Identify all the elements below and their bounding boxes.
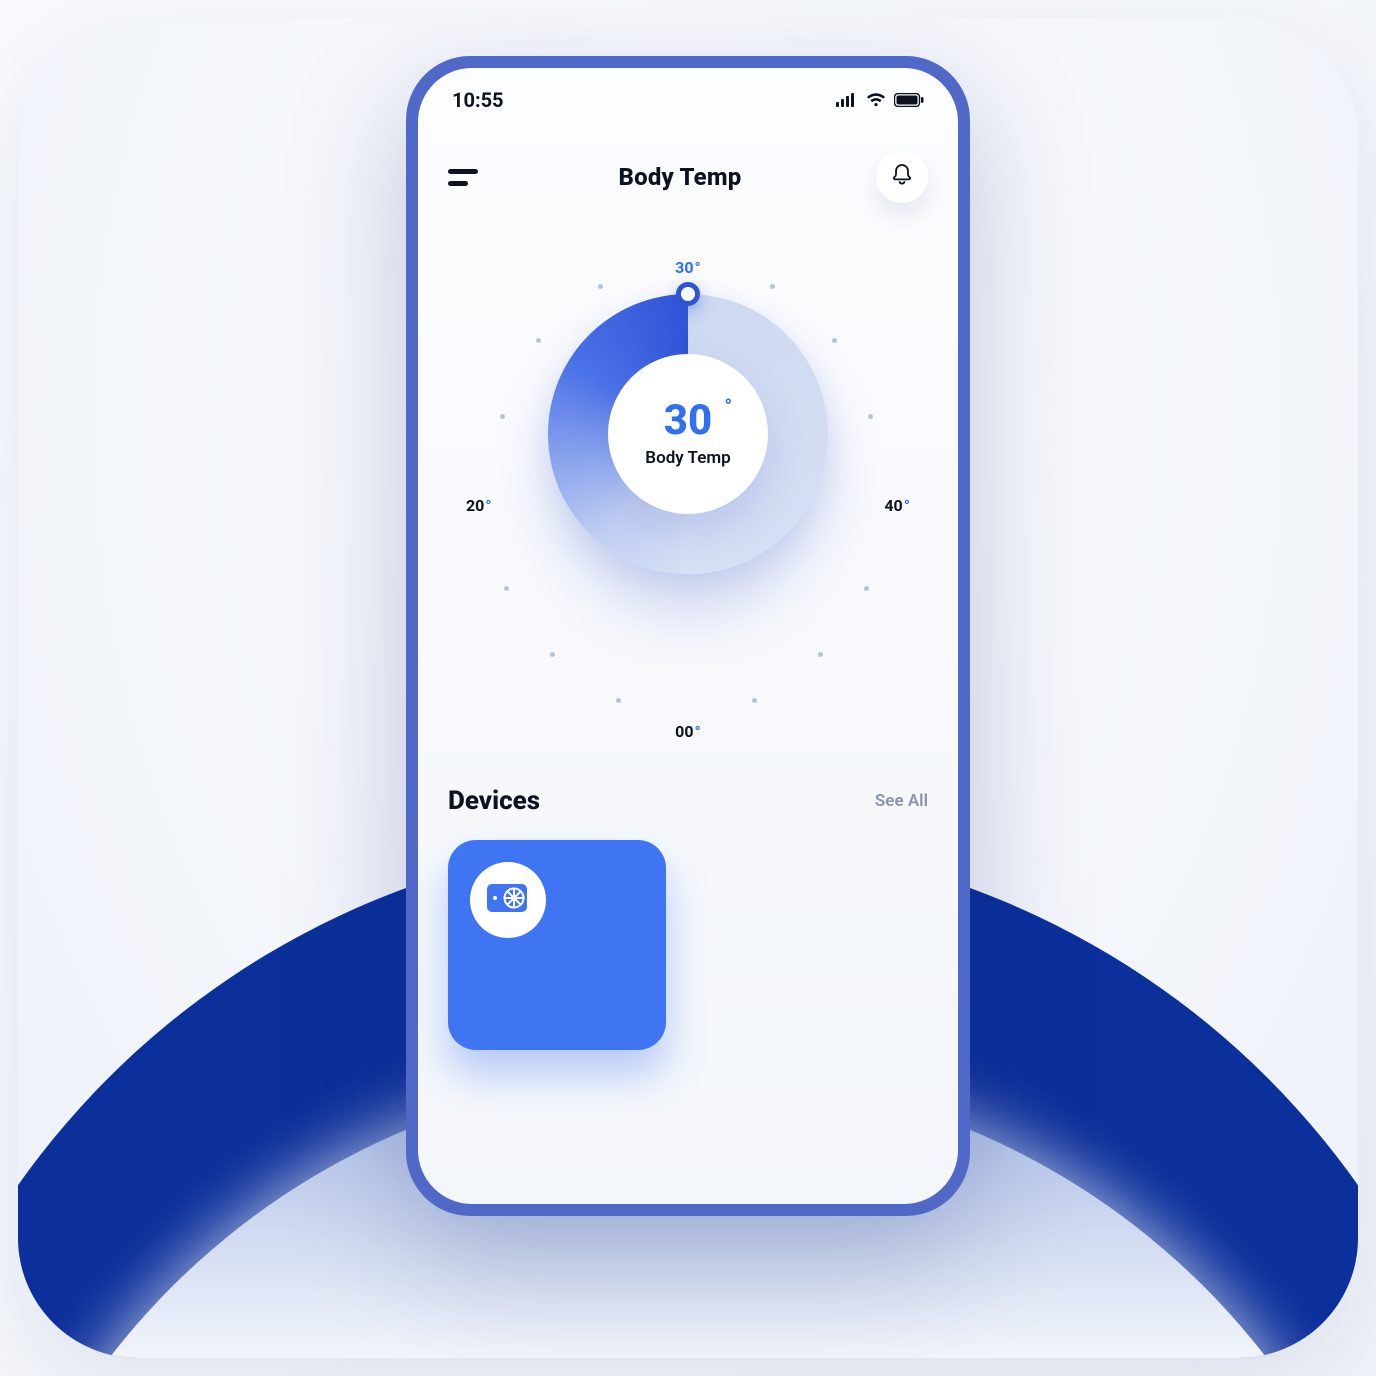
gauge-dot bbox=[868, 414, 873, 419]
air-conditioner-icon bbox=[486, 881, 530, 919]
gauge-dot bbox=[818, 652, 823, 657]
battery-icon bbox=[894, 93, 924, 107]
status-bar: 10:55 bbox=[418, 68, 958, 132]
menu-icon bbox=[448, 181, 468, 186]
gauge-tick-top: 30° bbox=[675, 258, 701, 277]
gauge-tick-right: 40° bbox=[884, 496, 910, 515]
devices-title: Devices bbox=[448, 786, 540, 816]
notifications-button[interactable] bbox=[876, 151, 928, 203]
cellular-icon bbox=[836, 93, 858, 107]
gauge-dot bbox=[616, 698, 621, 703]
app-card: 10:55 bbox=[18, 18, 1358, 1358]
gauge-dot bbox=[598, 284, 603, 289]
gauge-knob[interactable] bbox=[676, 282, 700, 306]
gauge-dot bbox=[550, 652, 555, 657]
gauge-center: 30° Body Temp bbox=[608, 354, 768, 514]
app-header: Body Temp bbox=[418, 140, 958, 214]
phone-screen: 10:55 bbox=[418, 68, 958, 1204]
gauge-ring[interactable]: 30° Body Temp bbox=[548, 294, 828, 574]
status-time: 10:55 bbox=[452, 88, 504, 112]
wifi-icon bbox=[866, 93, 886, 107]
gauge-dot bbox=[864, 586, 869, 591]
gauge-dot bbox=[752, 698, 757, 703]
bell-icon bbox=[891, 163, 913, 191]
phone-frame: 10:55 bbox=[406, 56, 970, 1216]
gauge-value: 30° bbox=[664, 400, 712, 442]
gauge-dot bbox=[770, 284, 775, 289]
gauge-dot bbox=[832, 338, 837, 343]
device-card[interactable] bbox=[448, 840, 666, 1050]
see-all-link[interactable]: See All bbox=[875, 791, 928, 811]
devices-section: Devices See All bbox=[418, 786, 958, 1050]
gauge-dot bbox=[504, 586, 509, 591]
gauge-dot bbox=[500, 414, 505, 419]
page-title: Body Temp bbox=[618, 163, 741, 191]
status-indicators bbox=[836, 93, 924, 107]
gauge-label: Body Temp bbox=[645, 448, 730, 468]
temperature-gauge[interactable]: 30° 20° 40° 00° bbox=[418, 238, 958, 758]
device-icon-circle bbox=[470, 862, 546, 938]
gauge-dot bbox=[536, 338, 541, 343]
devices-header: Devices See All bbox=[448, 786, 928, 816]
menu-button[interactable] bbox=[448, 159, 484, 195]
gauge-tick-left: 20° bbox=[466, 496, 492, 515]
gauge-tick-bottom: 00° bbox=[675, 722, 701, 741]
menu-icon bbox=[448, 169, 478, 174]
